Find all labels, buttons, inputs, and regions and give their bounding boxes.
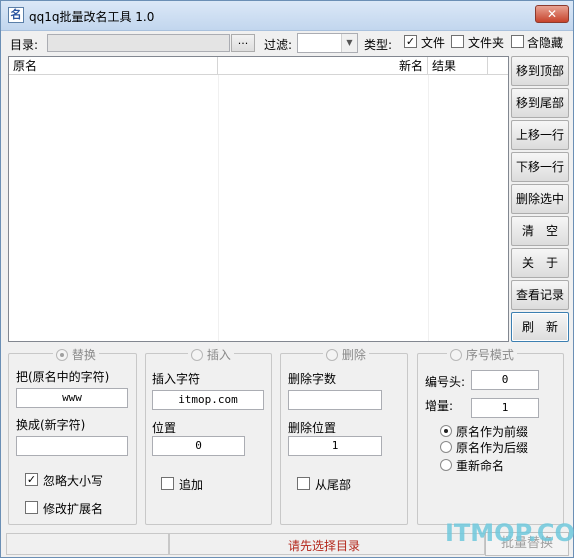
delete-count-input[interactable] — [288, 390, 382, 410]
delete-count-label: 删除字数 — [288, 372, 337, 386]
filter-select[interactable]: ▼ — [297, 33, 358, 53]
insert-text-label: 插入字符 — [152, 372, 201, 386]
type-file-label: 文件 — [421, 36, 446, 50]
watermark-logo: ITMOP.COM — [445, 519, 574, 547]
move-down-button[interactable]: 下移一行 — [511, 152, 569, 182]
filter-label: 过滤: — [264, 38, 293, 52]
ignore-case-label: 忽略大小写 — [43, 474, 104, 488]
ignore-case-checkbox[interactable]: ✓ — [25, 473, 38, 486]
delete-legend[interactable]: 删除 — [323, 346, 369, 363]
status-cell-left — [6, 533, 169, 555]
chevron-down-icon[interactable]: ▼ — [341, 34, 357, 52]
sequence-legend-label: 序号模式 — [465, 348, 514, 362]
sequence-prefix-input[interactable]: 0 — [471, 370, 539, 390]
move-up-button[interactable]: 上移一行 — [511, 120, 569, 150]
option-prefix-radio[interactable] — [440, 425, 452, 437]
app-icon: 名 — [8, 7, 24, 23]
column-original-name[interactable]: 原名 — [9, 57, 218, 75]
type-file-checkbox[interactable]: ✓ — [404, 35, 417, 48]
insert-text-input[interactable]: itmop.com — [152, 390, 264, 410]
append-checkbox[interactable] — [161, 477, 174, 490]
column-new-name[interactable]: 新名 — [218, 57, 428, 75]
title-bar[interactable]: 名 qq1q批量改名工具 1.0 ✕ — [1, 1, 573, 31]
delete-radio[interactable] — [326, 349, 338, 361]
type-folder-label: 文件夹 — [468, 36, 505, 50]
dir-label: 目录: — [10, 38, 39, 52]
replace-radio[interactable] — [56, 349, 68, 361]
directory-field[interactable] — [47, 34, 230, 52]
replace-find-label: 把(原名中的字符) — [16, 370, 110, 384]
type-hidden-label: 含隐藏 — [527, 36, 564, 50]
from-end-label: 从尾部 — [315, 478, 352, 492]
move-bottom-button[interactable]: 移到尾部 — [511, 88, 569, 118]
append-label: 追加 — [179, 478, 204, 492]
column-result[interactable]: 结果 — [428, 57, 488, 75]
about-button[interactable]: 关 于 — [511, 248, 569, 278]
replace-with-label: 换成(新字符) — [16, 418, 86, 432]
type-label: 类型: — [364, 38, 393, 52]
view-log-button[interactable]: 查看记录 — [511, 280, 569, 310]
option-suffix-label: 原名作为后缀 — [456, 441, 529, 455]
option-rename-radio[interactable] — [440, 459, 452, 471]
list-header: 原名 新名 结果 — [9, 57, 508, 75]
delete-pos-label: 删除位置 — [288, 421, 337, 435]
status-message: 请先选择目录 — [288, 539, 361, 553]
refresh-button[interactable]: 刷 新 — [511, 312, 569, 342]
move-top-button[interactable]: 移到顶部 — [511, 56, 569, 86]
option-prefix-label: 原名作为前缀 — [456, 425, 529, 439]
replace-find-input[interactable]: www — [16, 388, 128, 408]
insert-legend-label: 插入 — [206, 348, 231, 362]
delete-pos-input[interactable]: 1 — [288, 436, 382, 456]
insert-pos-label: 位置 — [152, 421, 177, 435]
window-title: qq1q批量改名工具 1.0 — [29, 10, 155, 24]
clear-button[interactable]: 清 空 — [511, 216, 569, 246]
list-divider — [218, 75, 219, 341]
option-suffix-radio[interactable] — [440, 441, 452, 453]
browse-button[interactable]: ... — [231, 34, 255, 52]
app-window: 名 qq1q批量改名工具 1.0 ✕ 目录: ... 过滤: ▼ 类型: ✓ 文… — [0, 0, 574, 558]
type-hidden-checkbox[interactable] — [511, 35, 524, 48]
insert-radio[interactable] — [191, 349, 203, 361]
insert-pos-input[interactable]: 0 — [152, 436, 245, 456]
sequence-increment-input[interactable]: 1 — [471, 398, 539, 418]
delete-selected-button[interactable]: 删除选中 — [511, 184, 569, 214]
replace-legend-label: 替换 — [71, 348, 96, 362]
sequence-legend[interactable]: 序号模式 — [447, 346, 517, 363]
sequence-prefix-label: 编号头: — [425, 375, 466, 389]
type-folder-checkbox[interactable] — [451, 35, 464, 48]
replace-legend[interactable]: 替换 — [53, 346, 99, 363]
file-list[interactable]: 原名 新名 结果 — [8, 56, 509, 342]
from-end-checkbox[interactable] — [297, 477, 310, 490]
option-rename-label: 重新命名 — [456, 459, 505, 473]
sequence-radio[interactable] — [450, 349, 462, 361]
replace-with-input[interactable] — [16, 436, 128, 456]
insert-legend[interactable]: 插入 — [188, 346, 234, 363]
modify-ext-label: 修改扩展名 — [43, 502, 104, 516]
sequence-increment-label: 增量: — [425, 399, 454, 413]
delete-legend-label: 删除 — [341, 348, 366, 362]
list-divider — [428, 75, 429, 341]
modify-ext-checkbox[interactable] — [25, 501, 38, 514]
close-button[interactable]: ✕ — [535, 5, 569, 23]
